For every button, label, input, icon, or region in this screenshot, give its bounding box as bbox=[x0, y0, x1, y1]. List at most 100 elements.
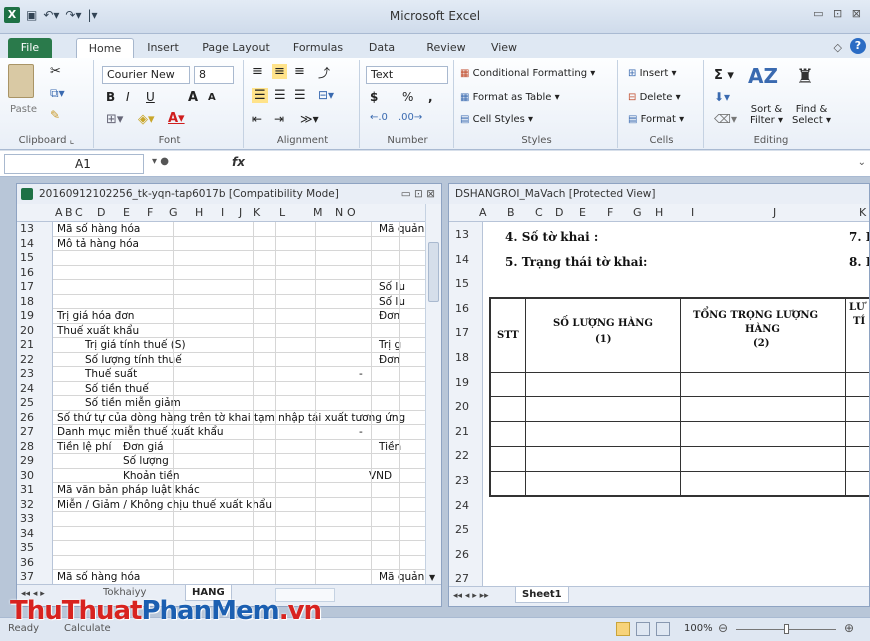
left-cell-label[interactable]: Số thứ tự của dòng hàng trên tờ khai tạm… bbox=[57, 412, 405, 424]
left-cell-right[interactable]: - bbox=[359, 426, 363, 438]
increase-indent-icon[interactable]: ⇥ bbox=[274, 112, 284, 126]
left-row-number[interactable]: 15 bbox=[20, 251, 34, 264]
fill-icon[interactable]: ⬇▾ bbox=[714, 90, 730, 104]
delete-cells-button[interactable]: ⊟ Delete ▾ bbox=[628, 92, 681, 103]
left-cell-label[interactable]: Mã văn bản pháp luật khác bbox=[57, 484, 200, 496]
insert-cells-button[interactable]: ⊞ Insert ▾ bbox=[628, 68, 676, 79]
format-painter-icon[interactable]: ✎ bbox=[50, 108, 60, 122]
comma-button[interactable]: , bbox=[428, 90, 433, 104]
align-right-icon[interactable]: ☰ bbox=[294, 88, 306, 103]
left-col-header[interactable]: E bbox=[123, 206, 130, 219]
right-row-number[interactable]: 15 bbox=[455, 277, 469, 290]
right-grid[interactable]: 4. Số tờ khai : 7. I 5. Trạng thái tờ kh… bbox=[483, 222, 869, 586]
left-cell-label[interactable]: Số tiền miễn giảm bbox=[85, 397, 181, 409]
right-col-header[interactable]: D bbox=[555, 206, 563, 219]
expand-formula-icon[interactable]: ⌄ bbox=[858, 157, 866, 168]
name-box-dropdown-icon[interactable]: ▾ ● bbox=[152, 156, 169, 167]
find-select-icon[interactable]: ♜ bbox=[796, 64, 814, 88]
left-cell-right[interactable]: Đơn bbox=[379, 310, 400, 322]
left-cell-right[interactable]: Trị g bbox=[379, 339, 401, 351]
left-row-number[interactable]: 37 bbox=[20, 570, 34, 583]
left-row-number[interactable]: 13 bbox=[20, 222, 34, 235]
paste-icon[interactable] bbox=[8, 64, 34, 98]
left-row-number[interactable]: 36 bbox=[20, 556, 34, 569]
bold-button[interactable]: B bbox=[106, 90, 115, 104]
right-row-number[interactable]: 16 bbox=[455, 302, 469, 315]
left-col-header[interactable]: H bbox=[195, 206, 203, 219]
right-col-header[interactable]: H bbox=[655, 206, 663, 219]
left-cell-sublabel[interactable]: Khoản tiền bbox=[123, 470, 180, 482]
right-row-number[interactable]: 24 bbox=[455, 499, 469, 512]
font-color-icon[interactable]: A▾ bbox=[168, 111, 185, 126]
left-col-header[interactable]: L bbox=[279, 206, 285, 219]
fill-color-icon[interactable]: ◈▾ bbox=[138, 112, 155, 127]
right-col-header[interactable]: B bbox=[507, 206, 515, 219]
currency-button[interactable]: $ bbox=[370, 90, 378, 104]
scroll-down-icon[interactable]: ▼ bbox=[429, 573, 435, 582]
insert-function-icon[interactable]: fx bbox=[232, 155, 245, 169]
normal-view-icon[interactable] bbox=[616, 622, 630, 636]
left-window-controls[interactable]: ▭ ⊡ ⊠ bbox=[401, 184, 435, 204]
format-cells-button[interactable]: ▤ Format ▾ bbox=[628, 114, 684, 125]
left-cell-right[interactable]: Mã quản lý r bbox=[379, 571, 425, 583]
italic-button[interactable]: I bbox=[126, 90, 130, 104]
right-row-number[interactable]: 17 bbox=[455, 326, 469, 339]
left-col-header[interactable]: D bbox=[97, 206, 105, 219]
sort-filter-button[interactable]: Sort & Filter ▾ bbox=[750, 104, 783, 126]
tab-insert[interactable]: Insert bbox=[138, 38, 188, 58]
left-row-number[interactable]: 33 bbox=[20, 512, 34, 525]
left-cell-label[interactable]: Thuế xuất khẩu bbox=[57, 325, 139, 337]
left-col-header[interactable]: N bbox=[335, 206, 343, 219]
decrease-decimal-icon[interactable]: .00→ bbox=[398, 112, 422, 123]
left-row-number[interactable]: 14 bbox=[20, 237, 34, 250]
right-sheet-nav-icon[interactable]: ◂◂ ◂ ▸ ▸▸ bbox=[453, 591, 489, 601]
right-col-header[interactable]: K bbox=[859, 206, 866, 219]
right-col-header[interactable]: I bbox=[691, 206, 694, 219]
right-col-header[interactable]: A bbox=[479, 206, 487, 219]
left-row-number[interactable]: 32 bbox=[20, 498, 34, 511]
left-row-number[interactable]: 16 bbox=[20, 266, 34, 279]
align-middle-icon[interactable]: ≡ bbox=[272, 64, 287, 79]
align-left-icon[interactable]: ☰ bbox=[252, 88, 268, 103]
conditional-formatting-button[interactable]: ▦ Conditional Formatting ▾ bbox=[460, 68, 595, 79]
cut-icon[interactable]: ✂ bbox=[50, 64, 61, 79]
merge-center-icon[interactable]: ⊟▾ bbox=[318, 88, 334, 102]
cell-styles-button[interactable]: ▤ Cell Styles ▾ bbox=[460, 114, 533, 125]
minimize-ribbon-icon[interactable]: ◇ bbox=[834, 41, 842, 54]
right-row-number[interactable]: 23 bbox=[455, 474, 469, 487]
decrease-indent-icon[interactable]: ⇤ bbox=[252, 112, 262, 126]
left-row-number[interactable]: 28 bbox=[20, 440, 34, 453]
left-cell-label[interactable]: Mã số hàng hóa bbox=[57, 571, 140, 583]
left-cell-label[interactable]: Miễn / Giảm / Không chịu thuế xuất khẩu bbox=[57, 499, 272, 511]
right-row-number[interactable]: 13 bbox=[455, 228, 469, 241]
help-icon[interactable]: ? bbox=[850, 38, 866, 54]
tab-view[interactable]: View bbox=[484, 38, 524, 58]
zoom-out-icon[interactable]: ⊖ bbox=[718, 621, 728, 635]
increase-decimal-icon[interactable]: ←.0 bbox=[370, 112, 388, 123]
left-cell-sublabel[interactable]: Đơn giá bbox=[123, 441, 164, 453]
left-col-header[interactable]: F bbox=[147, 206, 153, 219]
left-cell-right[interactable]: Số lu bbox=[379, 281, 405, 293]
font-size-select[interactable]: 8 bbox=[194, 66, 234, 84]
left-grid[interactable]: Mã số hàng hóa Mã quản lý r Mô tả hàng hóa… bbox=[53, 222, 425, 584]
number-format-select[interactable]: Text bbox=[366, 66, 448, 84]
border-icon[interactable]: ⊞▾ bbox=[106, 112, 123, 127]
left-cell-label[interactable]: Số tiền thuế bbox=[85, 383, 149, 395]
left-cell-label[interactable]: Số lượng tính thuế bbox=[85, 354, 182, 366]
left-row-number[interactable]: 26 bbox=[20, 411, 34, 424]
left-col-header[interactable]: O bbox=[347, 206, 356, 219]
shrink-font-button[interactable]: A bbox=[208, 92, 216, 103]
left-cell-label[interactable]: Thuế suất bbox=[85, 368, 137, 380]
left-row-number[interactable]: 31 bbox=[20, 483, 34, 496]
left-cell-label[interactable]: Tiền lệ phí bbox=[57, 441, 111, 453]
right-col-header[interactable]: G bbox=[633, 206, 642, 219]
left-cell-right[interactable]: VND bbox=[369, 470, 392, 482]
align-center-icon[interactable]: ☰ bbox=[274, 88, 286, 103]
left-row-number[interactable]: 23 bbox=[20, 367, 34, 380]
right-row-number[interactable]: 27 bbox=[455, 572, 469, 585]
left-col-header[interactable]: K bbox=[253, 206, 260, 219]
left-row-number[interactable]: 19 bbox=[20, 309, 34, 322]
tab-home[interactable]: Home bbox=[76, 38, 134, 58]
page-break-view-icon[interactable] bbox=[656, 622, 670, 636]
left-row-number[interactable]: 29 bbox=[20, 454, 34, 467]
